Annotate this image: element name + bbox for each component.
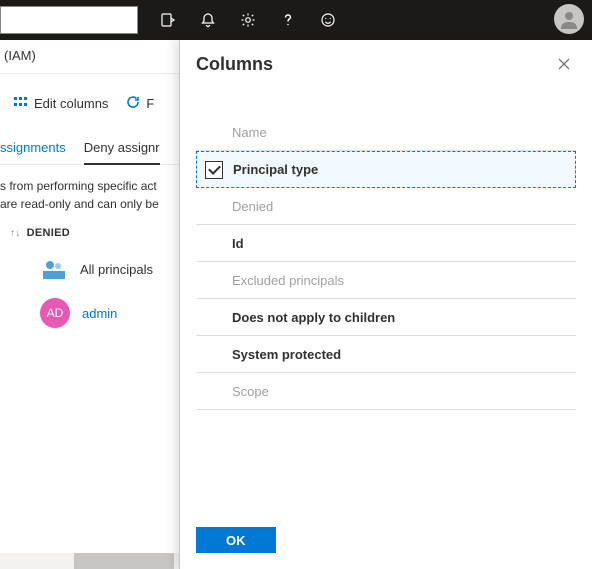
column-option[interactable]: Scope: [196, 373, 576, 410]
row-link[interactable]: admin: [82, 306, 117, 321]
panel-body: Name Principal type Denied Id Excluded princ…: [180, 114, 592, 511]
column-option-label: Id: [232, 236, 244, 251]
panel-footer: OK: [180, 511, 592, 569]
tab-assignments[interactable]: ssignments: [0, 134, 66, 164]
column-option[interactable]: Id: [196, 225, 576, 262]
search-input[interactable]: [0, 6, 138, 34]
panel-title: Columns: [196, 54, 273, 75]
principals-icon: [40, 255, 68, 283]
panel-header: Columns: [180, 40, 592, 86]
column-option-label: Scope: [232, 384, 269, 399]
edit-columns-label: Edit columns: [34, 96, 108, 111]
checkbox[interactable]: [205, 161, 223, 179]
column-header-denied[interactable]: DENIED: [27, 227, 70, 239]
tab-deny-assignments[interactable]: Deny assignr: [84, 134, 160, 165]
column-option[interactable]: Denied: [196, 188, 576, 225]
settings-icon[interactable]: [228, 0, 268, 40]
close-button[interactable]: [552, 52, 576, 76]
ok-button[interactable]: OK: [196, 527, 276, 553]
refresh-label: F: [146, 96, 154, 111]
column-option-label: System protected: [232, 347, 341, 362]
columns-icon: [14, 95, 28, 112]
column-option-label: Excluded principals: [232, 273, 344, 288]
column-option-label: Name: [232, 125, 267, 140]
column-option-label: Principal type: [233, 162, 318, 177]
feedback-icon[interactable]: [308, 0, 348, 40]
edit-columns-button[interactable]: Edit columns: [14, 95, 108, 112]
column-option-label: Denied: [232, 199, 273, 214]
column-option[interactable]: Principal type: [196, 151, 576, 188]
column-option[interactable]: Does not apply to children: [196, 299, 576, 336]
row-label: All principals: [80, 262, 153, 277]
avatar[interactable]: [554, 4, 584, 34]
refresh-button[interactable]: F: [126, 95, 154, 112]
column-option[interactable]: Excluded principals: [196, 262, 576, 299]
scrollbar-thumb[interactable]: [74, 553, 174, 569]
column-option[interactable]: Name: [196, 114, 576, 151]
column-option[interactable]: System protected: [196, 336, 576, 373]
sort-icon[interactable]: ↑↓: [10, 228, 21, 239]
user-badge: AD: [40, 298, 70, 328]
column-option-label: Does not apply to children: [232, 310, 395, 325]
columns-panel: Columns Name Principal type Denied Id Exclud…: [179, 40, 592, 569]
help-icon[interactable]: [268, 0, 308, 40]
cloud-shell-icon[interactable]: [148, 0, 188, 40]
notifications-icon[interactable]: [188, 0, 228, 40]
refresh-icon: [126, 95, 140, 112]
topbar-icons: [148, 0, 348, 40]
top-bar: [0, 0, 592, 40]
